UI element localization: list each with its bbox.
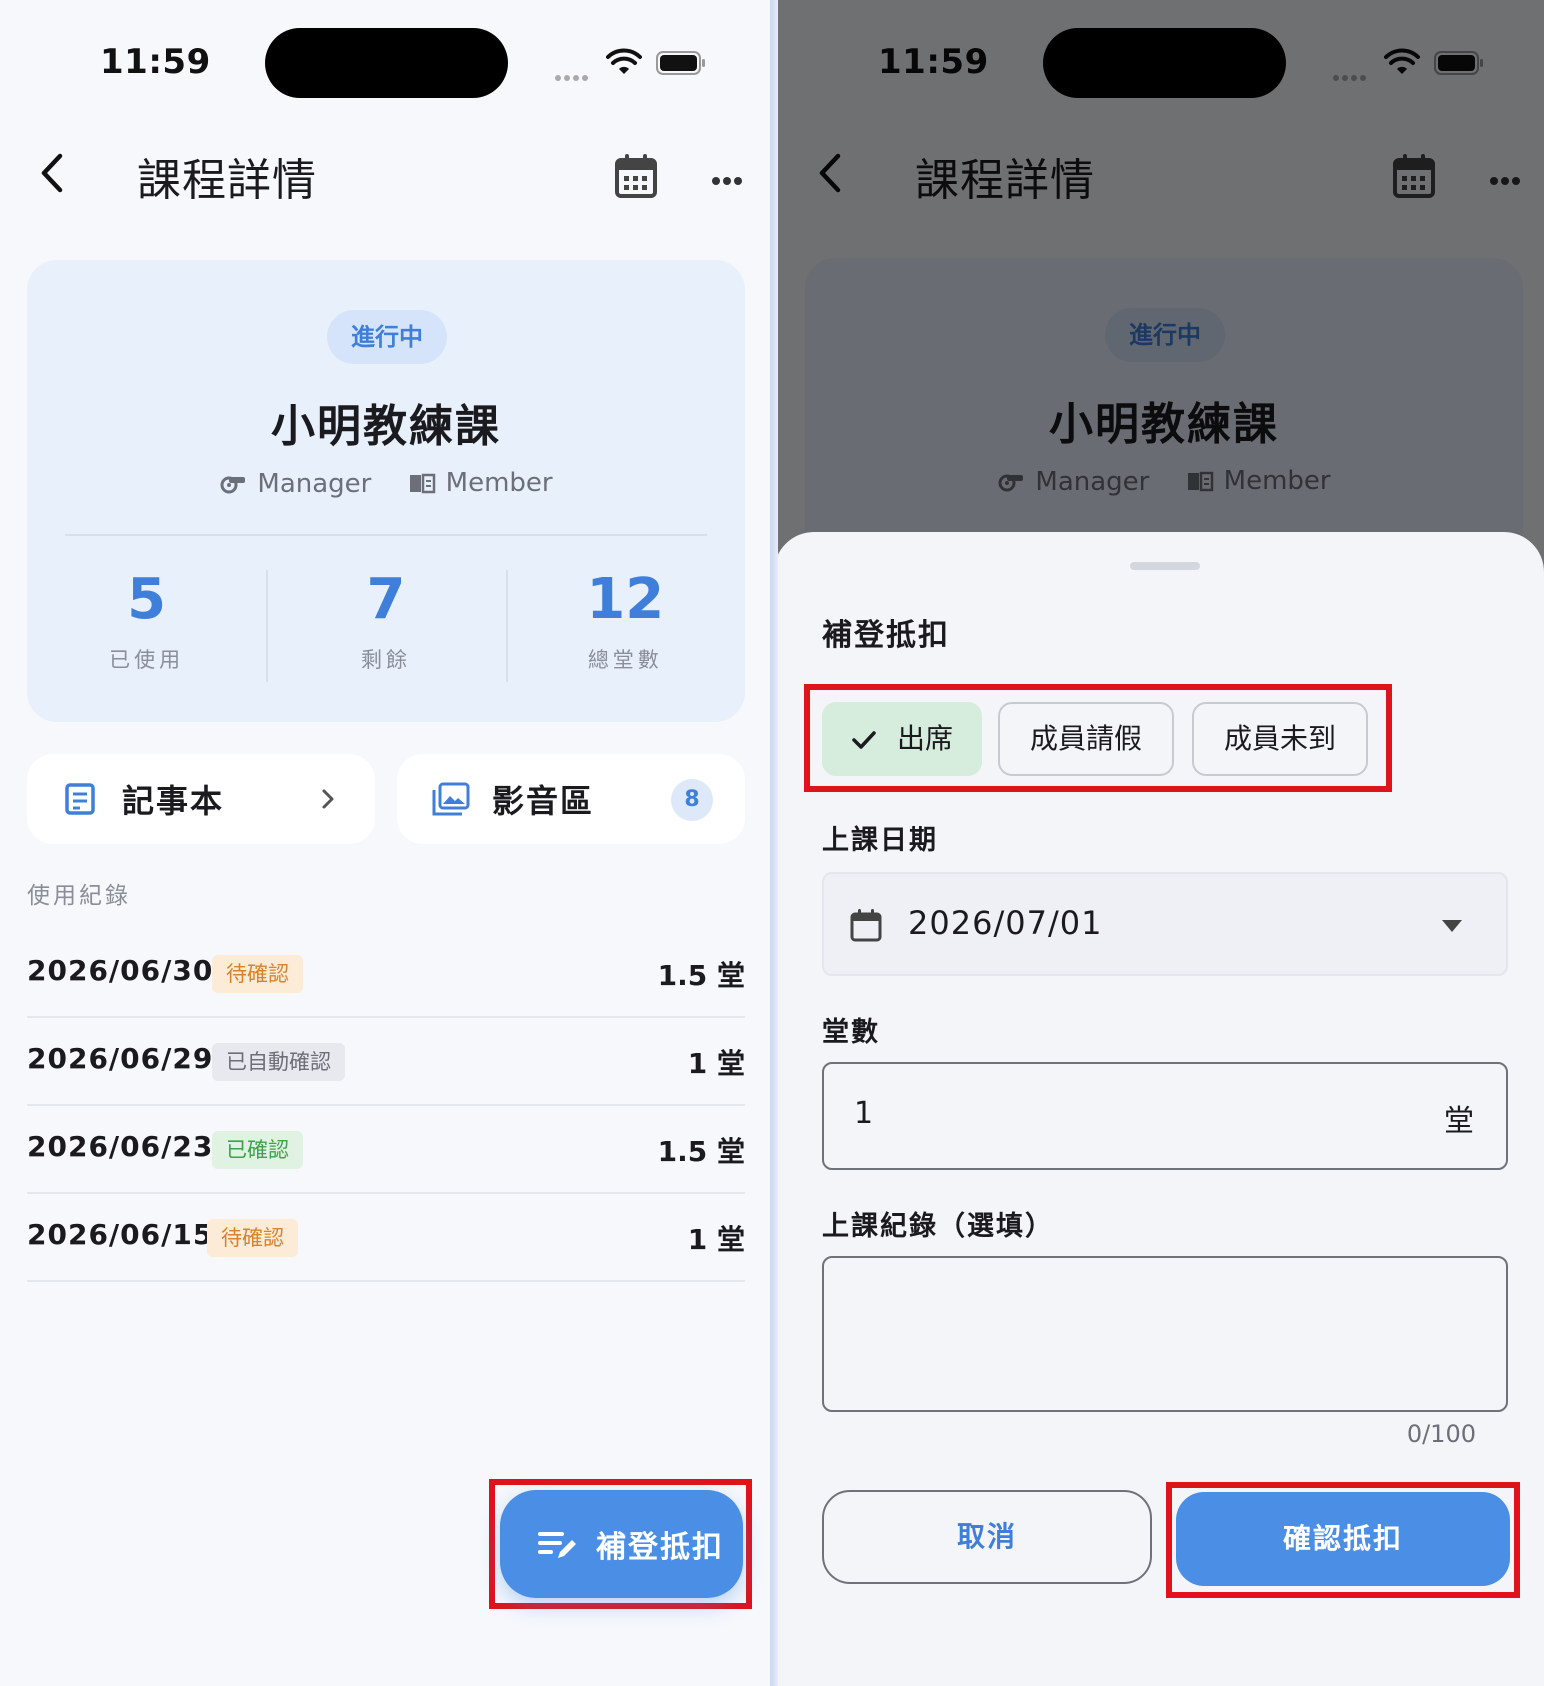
course-summary-card: 進行中 小明教練課 Manager Member 5 已使用 7 剩餘 12 總… bbox=[27, 260, 745, 722]
role-member: Member bbox=[408, 468, 553, 498]
media-count-badge: 8 bbox=[671, 779, 713, 821]
segment-leave[interactable]: 成員請假 bbox=[998, 702, 1174, 776]
check-icon bbox=[852, 731, 876, 749]
confirm-deduction-button[interactable]: 確認抵扣 bbox=[1176, 1492, 1510, 1586]
record-date: 2026/06/15 bbox=[27, 1218, 214, 1251]
cancel-button[interactable]: 取消 bbox=[822, 1490, 1152, 1584]
record-status-tag: 已自動確認 bbox=[212, 1043, 345, 1081]
role-member-label: Member bbox=[445, 468, 553, 498]
segment-absent-label: 成員未到 bbox=[1223, 722, 1336, 755]
usage-section-title: 使用紀錄 bbox=[27, 883, 131, 909]
stat-used-value: 5 bbox=[127, 567, 167, 632]
note-label: 上課紀錄（選填） bbox=[822, 1211, 1054, 1242]
role-manager-label: Manager bbox=[257, 469, 372, 499]
status-time: 11:59 bbox=[100, 42, 211, 82]
stat-total: 12 總堂數 bbox=[505, 560, 745, 682]
media-button[interactable]: 影音區 8 bbox=[397, 754, 745, 844]
media-label: 影音區 bbox=[492, 782, 595, 820]
book-icon bbox=[409, 473, 435, 494]
lesson-note-textarea[interactable] bbox=[822, 1256, 1508, 1412]
segment-absent[interactable]: 成員未到 bbox=[1192, 702, 1368, 776]
role-list: Manager Member bbox=[27, 468, 745, 501]
divider bbox=[65, 534, 707, 536]
count-label: 堂數 bbox=[822, 1017, 880, 1048]
signal-icon bbox=[555, 66, 595, 81]
usage-record[interactable]: 2026/06/29 已自動確認 1 堂 bbox=[27, 1018, 745, 1106]
status-bar: 11:59 bbox=[0, 0, 774, 120]
page-title: 課程詳情 bbox=[137, 155, 317, 206]
record-amount: 1.5 堂 bbox=[657, 1135, 745, 1168]
dynamic-island bbox=[265, 28, 508, 98]
chevron-right-icon bbox=[322, 789, 334, 809]
dropdown-arrow-icon bbox=[1442, 920, 1462, 932]
usage-record[interactable]: 2026/06/15 待確認 1 堂 bbox=[27, 1194, 745, 1282]
record-amount: 1.5 堂 bbox=[657, 959, 745, 992]
record-amount: 1 堂 bbox=[687, 1223, 745, 1256]
role-manager: Manager bbox=[219, 469, 371, 499]
record-date: 2026/06/29 bbox=[27, 1042, 214, 1075]
notebook-button[interactable]: 記事本 bbox=[27, 754, 375, 844]
record-date: 2026/06/30 bbox=[27, 954, 214, 987]
edit-note-icon bbox=[538, 1532, 576, 1558]
lesson-count-value: 1 bbox=[854, 1096, 874, 1131]
record-date: 2026/06/23 bbox=[27, 1130, 214, 1163]
lesson-count-unit: 堂 bbox=[1444, 1104, 1474, 1139]
record-status-tag: 待確認 bbox=[212, 955, 303, 993]
more-icon[interactable] bbox=[712, 170, 748, 185]
course-detail-screen: 11:59 課程詳情 進行中 小明教練課 Manager Member 5 已使… bbox=[0, 0, 774, 1686]
stat-used-label: 已使用 bbox=[109, 648, 185, 672]
stat-used: 5 已使用 bbox=[27, 560, 266, 680]
stats-row: 5 已使用 7 剩餘 12 總堂數 bbox=[27, 560, 745, 682]
whistle-icon bbox=[220, 476, 246, 494]
date-label: 上課日期 bbox=[822, 825, 938, 856]
drag-handle[interactable] bbox=[1130, 562, 1200, 570]
back-icon[interactable] bbox=[32, 148, 72, 198]
battery-icon bbox=[656, 51, 705, 75]
add-deduction-fab[interactable]: 補登抵扣 bbox=[500, 1490, 743, 1598]
segment-attend-label: 出席 bbox=[896, 722, 953, 755]
record-amount: 1 堂 bbox=[687, 1047, 745, 1080]
segment-leave-label: 成員請假 bbox=[1029, 722, 1142, 755]
note-icon bbox=[65, 783, 95, 815]
stat-total-value: 12 bbox=[586, 567, 665, 632]
lesson-count-input[interactable]: 1 堂 bbox=[822, 1062, 1508, 1170]
stat-total-label: 總堂數 bbox=[587, 648, 663, 672]
usage-record[interactable]: 2026/06/23 已確認 1.5 堂 bbox=[27, 1106, 745, 1194]
sheet-title: 補登抵扣 bbox=[822, 618, 950, 653]
stat-remaining-label: 剩餘 bbox=[360, 648, 411, 672]
usage-record[interactable]: 2026/06/30 待確認 1.5 堂 bbox=[27, 930, 745, 1018]
record-status-tag: 已確認 bbox=[212, 1131, 303, 1169]
deduction-bottom-sheet: 補登抵扣 出席 成員請假 成員未到 上課日期 2026/07/01 堂數 1 堂… bbox=[774, 532, 1544, 1686]
wifi-icon bbox=[606, 48, 642, 74]
course-name: 小明教練課 bbox=[271, 401, 501, 452]
deduction-sheet-screen: 11:59 課程詳情 進行中 小明教練課 Manager Member 補登抵扣 bbox=[774, 0, 1544, 1686]
stat-remaining-value: 7 bbox=[366, 567, 406, 632]
photo-library-icon bbox=[432, 782, 470, 816]
notebook-label: 記事本 bbox=[122, 782, 225, 820]
record-status-tag: 待確認 bbox=[207, 1219, 298, 1257]
fab-label: 補登抵扣 bbox=[596, 1530, 724, 1565]
date-picker[interactable]: 2026/07/01 bbox=[822, 872, 1508, 976]
usage-record-list: 2026/06/30 待確認 1.5 堂 2026/06/29 已自動確認 1 … bbox=[27, 930, 745, 1282]
calendar-icon[interactable] bbox=[614, 152, 658, 200]
screen-divider bbox=[770, 0, 778, 1686]
character-counter: 0/100 bbox=[1406, 1420, 1476, 1448]
date-value: 2026/07/01 bbox=[908, 904, 1103, 942]
stat-remaining: 7 剩餘 bbox=[266, 560, 505, 682]
segment-attend[interactable]: 出席 bbox=[822, 702, 982, 776]
status-badge: 進行中 bbox=[327, 310, 447, 364]
navbar: 課程詳情 bbox=[0, 130, 774, 220]
calendar-icon bbox=[850, 909, 882, 942]
